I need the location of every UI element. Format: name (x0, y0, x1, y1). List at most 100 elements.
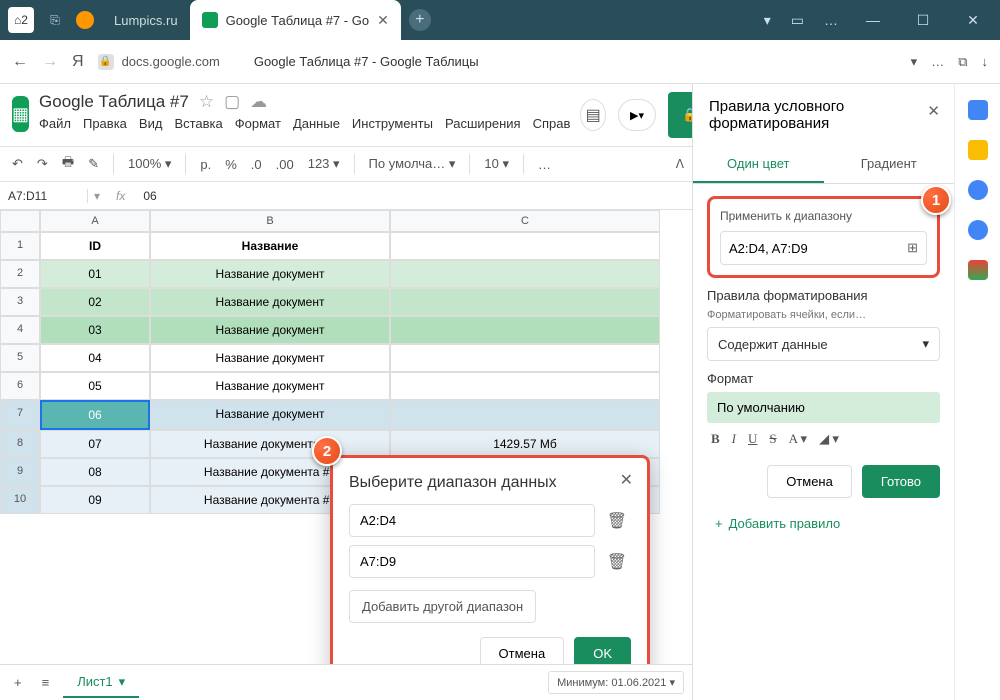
font-size-dropdown[interactable]: 10 ▾ (480, 154, 513, 174)
col-header[interactable]: C (390, 210, 660, 232)
panel-cancel-button[interactable]: Отмена (767, 465, 852, 498)
maps-icon[interactable] (968, 260, 988, 280)
calendar-icon[interactable] (968, 100, 988, 120)
italic-button[interactable]: I (732, 431, 736, 447)
cell[interactable]: Название (150, 232, 390, 260)
redo-button[interactable]: ↷ (33, 154, 52, 174)
range-input-1[interactable] (349, 504, 595, 537)
cell[interactable] (390, 372, 660, 400)
cell[interactable]: 09 (40, 486, 150, 514)
name-box[interactable]: A7:D11 (0, 189, 88, 203)
delete-range-icon[interactable]: 🗑 (603, 548, 631, 576)
all-sheets-button[interactable]: ≡ (36, 671, 56, 694)
share-button[interactable]: 🔒 Настройки Доступа (668, 92, 692, 138)
row-header[interactable]: 3 (0, 288, 40, 316)
meet-button[interactable]: ▶▾ (618, 99, 656, 131)
font-dropdown[interactable]: По умолча… ▾ (365, 154, 460, 174)
row-header[interactable]: 2 (0, 260, 40, 288)
collapse-toolbar-icon[interactable]: ᐱ (676, 157, 684, 171)
cloud-icon[interactable]: ☁ (250, 92, 267, 112)
panel-done-button[interactable]: Готово (862, 465, 940, 498)
collections-icon[interactable]: ▭ (791, 12, 804, 29)
add-sheet-button[interactable]: + (8, 671, 28, 694)
col-header[interactable]: B (150, 210, 390, 232)
cell[interactable]: Название документ (150, 372, 390, 400)
bold-button[interactable]: B (711, 431, 720, 447)
col-header[interactable]: A (40, 210, 150, 232)
yandex-icon[interactable]: Я (72, 53, 84, 71)
panel-close-icon[interactable]: ✕ (927, 102, 940, 120)
document-title[interactable]: Google Таблица #7 (39, 92, 189, 112)
menu-tools[interactable]: Инструменты (352, 116, 433, 131)
print-button[interactable]: 🖶 (58, 151, 78, 177)
url-field[interactable]: 🔒 docs.google.com (98, 54, 220, 70)
cell[interactable] (390, 232, 660, 260)
tab-close-icon[interactable]: ✕ (377, 12, 389, 29)
cell[interactable]: Название документ (150, 400, 390, 430)
more-menu-icon[interactable]: … (931, 54, 944, 69)
menu-edit[interactable]: Правка (83, 116, 127, 131)
row-header[interactable]: 10 (0, 486, 40, 514)
browser-tab-active[interactable]: Google Таблица #7 - Go ✕ (190, 0, 401, 40)
tasks-icon[interactable] (968, 180, 988, 200)
corner-cell[interactable] (0, 210, 40, 232)
user-menu-icon[interactable]: ▾ (764, 12, 771, 29)
cell[interactable] (390, 316, 660, 344)
cell[interactable]: Название документ (150, 260, 390, 288)
increase-decimal-button[interactable]: .00 (272, 155, 298, 174)
cell[interactable]: 02 (40, 288, 150, 316)
number-format-dropdown[interactable]: 123 ▾ (304, 154, 344, 174)
menu-file[interactable]: Файл (39, 116, 71, 131)
cell[interactable]: Название документ (150, 316, 390, 344)
range-input[interactable]: A2:D4, A7:D9 ⊞ (720, 231, 927, 265)
cell[interactable] (390, 288, 660, 316)
dialog-close-icon[interactable]: ✕ (620, 470, 633, 490)
cell[interactable] (390, 400, 660, 430)
cell[interactable]: Название документа #7 (150, 430, 390, 458)
sheet-tab[interactable]: Лист1 ▾ (63, 668, 139, 698)
window-minimize-button[interactable]: — (858, 12, 888, 28)
cell[interactable]: ID (40, 232, 150, 260)
strike-button[interactable]: S (769, 431, 776, 447)
menu-extensions[interactable]: Расширения (445, 116, 521, 131)
download-icon[interactable]: ↓ (982, 54, 989, 69)
extensions-icon[interactable]: ⧉ (958, 54, 967, 70)
clip-icon[interactable]: ⎘ (42, 7, 68, 33)
row-header[interactable]: 9 (0, 458, 40, 486)
range-input-2[interactable] (349, 545, 595, 578)
row-header[interactable]: 1 (0, 232, 40, 260)
cell[interactable]: 04 (40, 344, 150, 372)
window-close-button[interactable]: ✕ (958, 12, 988, 29)
row-header[interactable]: 4 (0, 316, 40, 344)
fill-color-button[interactable]: ◢ ▾ (819, 431, 839, 447)
comments-button[interactable]: ▤ (580, 99, 606, 131)
menu-view[interactable]: Вид (139, 116, 163, 131)
add-rule-button[interactable]: + Добавить правило (707, 508, 940, 539)
format-preview[interactable]: По умолчанию (707, 392, 940, 423)
decrease-decimal-button[interactable]: .0 (247, 155, 266, 174)
row-header[interactable]: 7 (0, 400, 40, 430)
keep-icon[interactable] (968, 140, 988, 160)
cell[interactable] (390, 344, 660, 372)
menu-format[interactable]: Формат (235, 116, 281, 131)
more-tools-icon[interactable]: … (534, 155, 555, 174)
condition-select[interactable]: Содержит данные ▾ (707, 327, 940, 361)
browser-tab-lumpics[interactable]: Lumpics.ru (102, 0, 190, 40)
grid-icon[interactable]: ⊞ (907, 240, 918, 256)
nav-forward-icon[interactable]: → (42, 53, 58, 71)
selected-cell[interactable]: 06 (40, 400, 150, 430)
more-icon[interactable]: … (824, 12, 838, 28)
cell[interactable]: 01 (40, 260, 150, 288)
bookmark-icon[interactable]: ▾ (911, 54, 918, 70)
menu-data[interactable]: Данные (293, 116, 340, 131)
currency-button[interactable]: р. (196, 155, 215, 174)
nav-back-icon[interactable]: ← (12, 53, 28, 71)
tab-gradient[interactable]: Градиент (824, 146, 955, 183)
star-icon[interactable]: ☆ (199, 92, 214, 112)
row-header[interactable]: 5 (0, 344, 40, 372)
cell[interactable]: 08 (40, 458, 150, 486)
cell[interactable]: Название документ (150, 288, 390, 316)
cell[interactable]: Название документ (150, 344, 390, 372)
formula-value[interactable]: 06 (135, 189, 164, 203)
paint-format-button[interactable]: ✎ (84, 154, 103, 174)
